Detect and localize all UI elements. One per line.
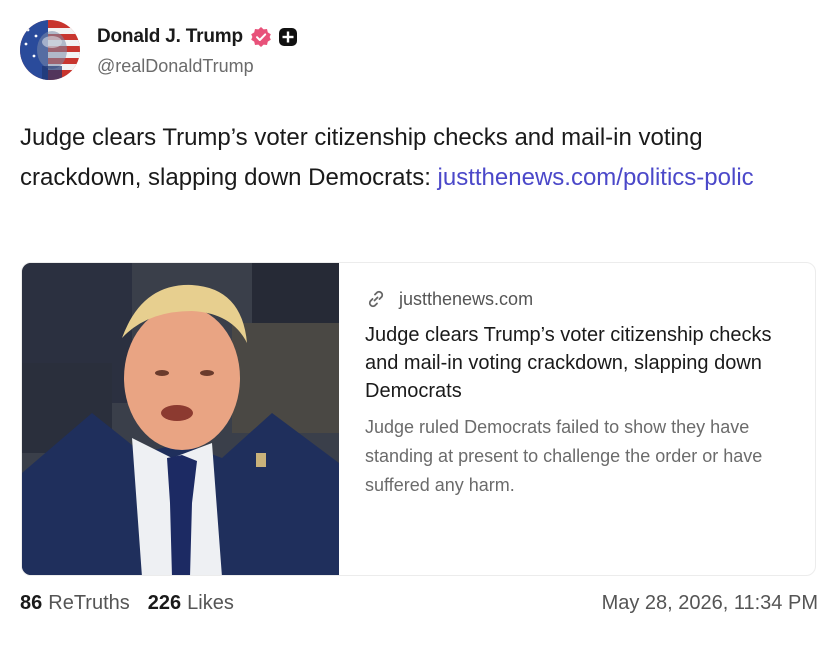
retruths-count: 86 (20, 592, 43, 614)
post-stats: 86 ReTruths 226 Likes (20, 592, 252, 615)
link-title[interactable]: Judge clears Trump’s voter citizenship c… (365, 321, 785, 405)
post-header: Donald J. Trump @realDonaldTrump (20, 20, 820, 82)
display-name-row: Donald J. Trump (97, 26, 298, 48)
link-description: Judge ruled Democrats failed to show the… (365, 417, 763, 495)
author-display-name[interactable]: Donald J. Trump (97, 26, 243, 48)
post-footer: 86 ReTruths 226 Likes May 28, 2026, 11:3… (20, 592, 820, 620)
verified-badge-icon (250, 26, 272, 48)
post-timestamp[interactable]: May 28, 2026, 11:34 PM (602, 592, 818, 615)
post-body: Judge clears Trump’s voter citizenship c… (20, 118, 820, 198)
link-preview-body: justthenews.com Judge clears Trump’s vot… (365, 287, 785, 500)
author-names: Donald J. Trump @realDonaldTrump (97, 26, 298, 77)
author-avatar[interactable] (20, 20, 80, 80)
retruths-label: ReTruths (48, 592, 130, 614)
link-preview-image[interactable] (22, 263, 339, 575)
likes-count: 226 (147, 592, 182, 614)
author-handle[interactable]: @realDonaldTrump (97, 56, 298, 77)
likes-stat[interactable]: 226 Likes (148, 592, 234, 615)
retruths-stat[interactable]: 86 ReTruths (20, 592, 130, 615)
plus-badge-icon (278, 27, 298, 47)
post-link[interactable]: justthenews.com/politics-polic (438, 164, 754, 191)
link-icon (365, 288, 387, 310)
link-preview-card[interactable]: justthenews.com Judge clears Trump’s vot… (21, 262, 816, 576)
likes-label: Likes (187, 592, 234, 614)
link-domain: justthenews.com (399, 288, 534, 309)
link-domain-row: justthenews.com (365, 287, 785, 311)
